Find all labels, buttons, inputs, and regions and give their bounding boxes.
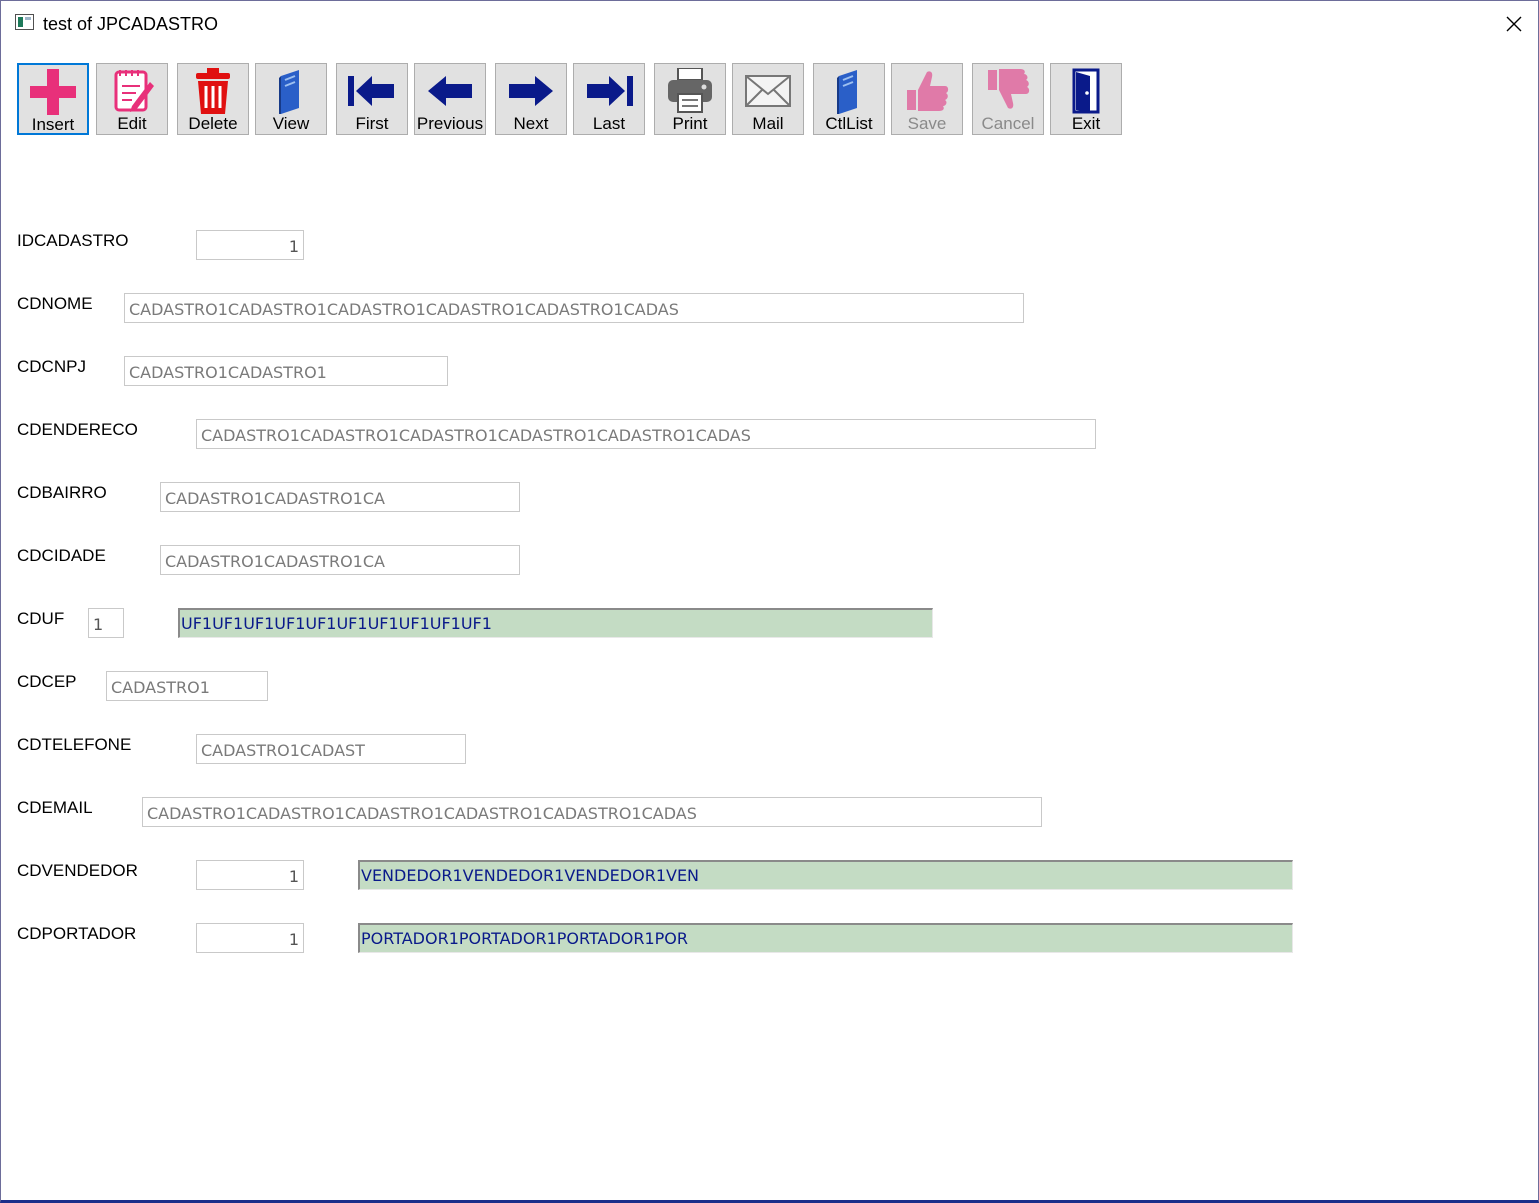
cduf-lookup: UF1UF1UF1UF1UF1UF1UF1UF1UF1UF1 (178, 608, 933, 638)
app-window: test of JPCADASTRO Insert Edit Delete Vi… (0, 0, 1539, 1203)
view-label: View (272, 114, 310, 133)
book-icon (279, 70, 299, 114)
print-button[interactable]: Print (654, 63, 726, 135)
plus-icon (30, 69, 76, 115)
cdcidade-field[interactable]: CADASTRO1CADASTRO1CA (160, 545, 520, 575)
idcadastro-field[interactable]: 1 (196, 230, 304, 260)
cdcep-label: CDCEP (17, 672, 77, 691)
print-label: Print (672, 114, 708, 133)
ctllist-button[interactable]: CtlList (813, 63, 885, 135)
cduf-field[interactable]: 1 (88, 608, 124, 638)
edit-icon (114, 70, 154, 112)
title-bar: test of JPCADASTRO (1, 1, 1538, 47)
cdemail-field[interactable]: CADASTRO1CADASTRO1CADASTRO1CADASTRO1CADA… (142, 797, 1042, 827)
save-label: Save (907, 114, 947, 133)
book-icon (837, 70, 857, 114)
cdcidade-label: CDCIDADE (17, 546, 106, 565)
ctllist-label: CtlList (825, 114, 873, 133)
cdemail-label: CDEMAIL (17, 798, 93, 817)
previous-label: Previous (416, 114, 484, 133)
cdbairro-label: CDBAIRRO (17, 483, 107, 502)
next-label: Next (513, 114, 549, 133)
cdendereco-field[interactable]: CADASTRO1CADASTRO1CADASTRO1CADASTRO1CADA… (196, 419, 1096, 449)
delete-button[interactable]: Delete (177, 63, 249, 135)
cdportador-label: CDPORTADOR (17, 924, 137, 943)
idcadastro-label: IDCADASTRO (17, 231, 129, 250)
mail-button[interactable]: Mail (732, 63, 804, 135)
thumbs-down-icon (988, 69, 1030, 109)
right-arrow-icon (509, 76, 553, 106)
first-arrow-icon (348, 76, 394, 106)
last-arrow-icon (587, 76, 633, 106)
cdvendedor-field[interactable]: 1 (196, 860, 304, 890)
cdnome-label: CDNOME (17, 294, 93, 313)
left-arrow-icon (428, 76, 472, 106)
close-icon (1506, 16, 1522, 32)
delete-label: Delete (188, 114, 238, 133)
cdnome-field[interactable]: CADASTRO1CADASTRO1CADASTRO1CADASTRO1CADA… (124, 293, 1024, 323)
last-button[interactable]: Last (573, 63, 645, 135)
cdtelefone-field[interactable]: CADASTRO1CADAST (196, 734, 466, 764)
trash-icon (196, 68, 230, 114)
cdvendedor-label: CDVENDEDOR (17, 861, 138, 880)
exit-button[interactable]: Exit (1050, 63, 1122, 135)
first-button[interactable]: First (336, 63, 408, 135)
last-label: Last (592, 114, 626, 133)
cdportador-lookup: PORTADOR1PORTADOR1PORTADOR1POR (358, 923, 1293, 953)
view-button[interactable]: View (255, 63, 327, 135)
insert-button[interactable]: Insert (17, 63, 89, 135)
cduf-label: CDUF (17, 609, 65, 628)
next-button[interactable]: Next (495, 63, 567, 135)
first-label: First (355, 114, 389, 133)
cdbairro-field[interactable]: CADASTRO1CADASTRO1CA (160, 482, 520, 512)
edit-button[interactable]: Edit (96, 63, 168, 135)
cdendereco-label: CDENDERECO (17, 420, 138, 439)
mail-label: Mail (752, 114, 784, 133)
cdcnpj-label: CDCNPJ (17, 357, 86, 376)
cdcnpj-field[interactable]: CADASTRO1CADASTRO1 (124, 356, 448, 386)
cancel-label: Cancel (981, 114, 1035, 133)
envelope-icon (745, 75, 791, 107)
door-exit-icon (1072, 68, 1100, 114)
app-icon (15, 14, 34, 30)
save-button[interactable]: Save (891, 63, 963, 135)
window-title: test of JPCADASTRO (43, 14, 219, 34)
insert-label: Insert (31, 115, 75, 134)
exit-label: Exit (1071, 114, 1101, 133)
edit-label: Edit (117, 114, 147, 133)
cdportador-field[interactable]: 1 (196, 923, 304, 953)
cdtelefone-label: CDTELEFONE (17, 735, 132, 754)
previous-button[interactable]: Previous (414, 63, 486, 135)
cancel-button[interactable]: Cancel (972, 63, 1044, 135)
thumbs-up-icon (907, 71, 949, 111)
cdvendedor-lookup: VENDEDOR1VENDEDOR1VENDEDOR1VEN (358, 860, 1293, 890)
cdcep-field[interactable]: CADASTRO1 (106, 671, 268, 701)
close-button[interactable] (1490, 1, 1538, 47)
printer-icon (668, 68, 712, 113)
